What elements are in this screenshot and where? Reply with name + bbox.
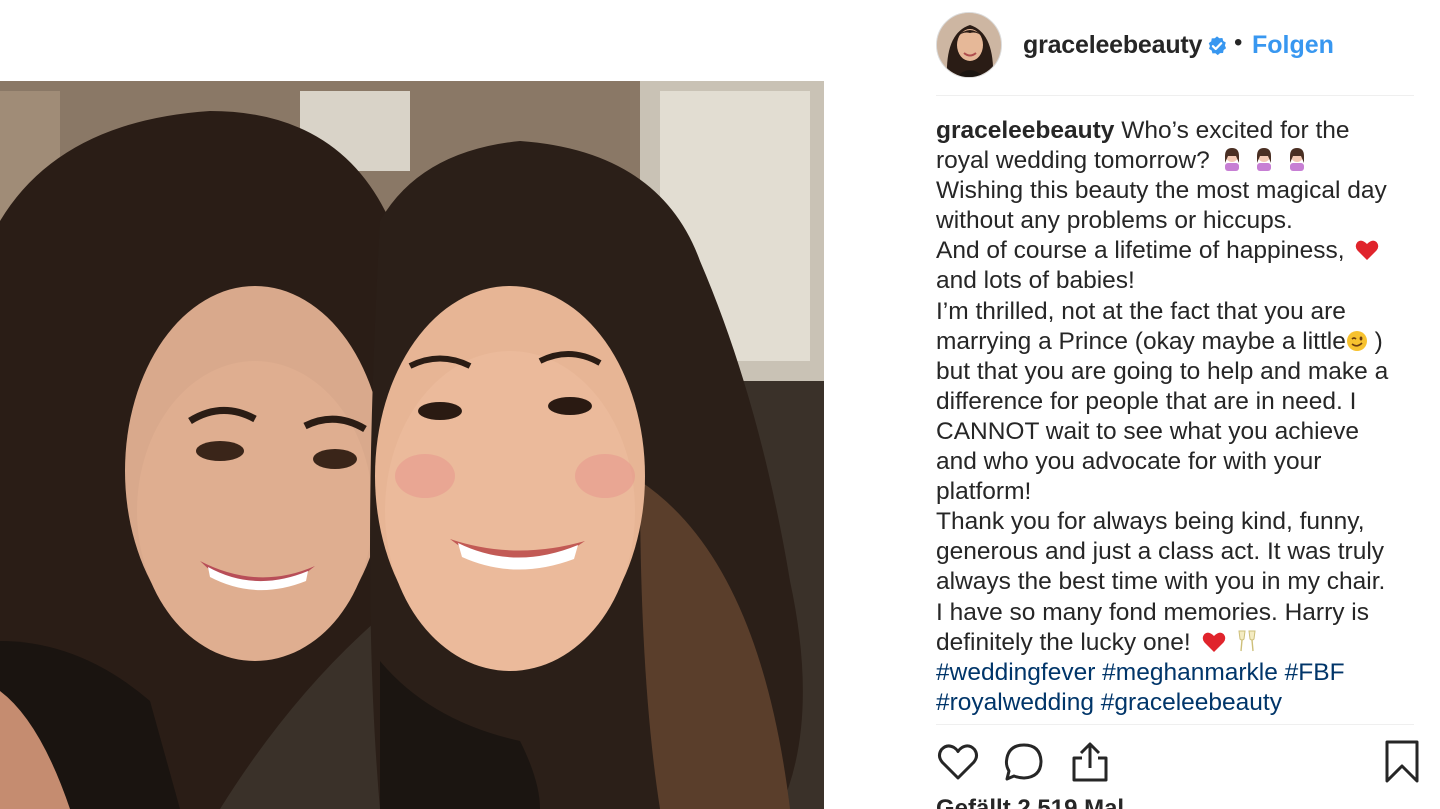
caption-text: CANNOT wait to see what you achieve — [936, 417, 1360, 445]
caption-text: always the best time with you in my chai… — [936, 568, 1386, 596]
post-side-panel: graceleebeauty • Folgen graceleebeauty W… — [936, 0, 1419, 809]
caption-line: always the best time with you in my chai… — [936, 567, 1414, 597]
avatar-image — [937, 13, 1001, 77]
share-icon — [1072, 742, 1108, 782]
caption-line: and who you advocate for with your — [936, 447, 1414, 477]
caption-hashtags-line: #weddingfever #meghanmarkle #FBF — [936, 658, 1414, 688]
header-divider — [936, 95, 1414, 96]
caption-text: marrying a Prince (okay maybe a little — [936, 327, 1346, 355]
winking-face-emoji-icon — [1346, 330, 1367, 351]
selfie-photo-illustration — [0, 81, 824, 809]
caption-text: and who you advocate for with your — [936, 448, 1322, 476]
post-caption: graceleebeauty Who’s excited for the roy… — [936, 116, 1414, 720]
comment-button[interactable] — [1002, 740, 1046, 784]
like-button[interactable] — [936, 740, 980, 784]
raising-hand-emoji-icon — [1224, 148, 1239, 172]
raising-hand-emoji-icon — [1290, 148, 1305, 172]
caption-line: platform! — [936, 477, 1414, 507]
header-separator: • — [1234, 29, 1243, 56]
follow-button[interactable]: Folgen — [1252, 31, 1334, 60]
caption-line: and lots of babies! — [936, 266, 1414, 296]
caption-line: generous and just a class act. It was tr… — [936, 537, 1414, 567]
hashtag-links[interactable]: #weddingfever #meghanmarkle #FBF — [936, 659, 1345, 686]
hashtag-links[interactable]: #royalwedding #graceleebeauty — [936, 689, 1282, 716]
bookmark-icon — [1385, 740, 1419, 783]
caption-line: Thank you for always being kind, funny, — [936, 507, 1414, 537]
caption-line: I’m thrilled, not at the fact that you a… — [936, 297, 1414, 327]
raising-hand-emoji-icon — [1257, 148, 1272, 172]
caption-line: And of course a lifetime of happiness, — [936, 236, 1414, 266]
caption-text: And of course a lifetime of happiness, — [936, 237, 1345, 265]
caption-text: without any problems or hiccups. — [936, 207, 1293, 235]
verified-badge-icon — [1208, 36, 1227, 56]
avatar[interactable] — [936, 12, 1002, 78]
red-heart-emoji-icon — [1356, 241, 1379, 261]
caption-text: platform! — [936, 478, 1032, 506]
share-button[interactable] — [1068, 740, 1112, 784]
caption-text: and lots of babies! — [936, 267, 1135, 295]
caption-line: definitely the lucky one! — [936, 628, 1414, 658]
caption-text: but that you are going to help and make … — [936, 357, 1389, 385]
caption-hashtags-line: #royalwedding #graceleebeauty — [936, 688, 1414, 718]
caption-text: ) — [1374, 327, 1383, 355]
caption-text: difference for people that are in need. … — [936, 387, 1357, 415]
caption-line: without any problems or hiccups. — [936, 206, 1414, 236]
save-button[interactable] — [1380, 740, 1424, 784]
caption-line: graceleebeauty Who’s excited for the — [936, 116, 1414, 146]
caption-line: Wishing this beauty the most magical day — [936, 176, 1414, 206]
username-link[interactable]: graceleebeauty — [1023, 31, 1202, 60]
caption-text: Wishing this beauty the most magical day — [936, 177, 1387, 205]
caption-text: definitely the lucky one! — [936, 628, 1191, 656]
post-actions-bar — [936, 740, 1419, 786]
caption-text: I’m thrilled, not at the fact that you a… — [936, 297, 1346, 325]
caption-line: royal wedding tomorrow? — [936, 146, 1414, 176]
caption-text: generous and just a class act. It was tr… — [936, 538, 1385, 566]
caption-line: CANNOT wait to see what you achieve — [936, 417, 1414, 447]
caption-line: I have so many fond memories. Harry is — [936, 598, 1414, 628]
caption-text: Who’s excited for the — [1121, 117, 1350, 144]
actions-divider — [936, 724, 1414, 725]
caption-text: royal wedding tomorrow? — [936, 147, 1210, 175]
clinking-glasses-emoji-icon — [1238, 630, 1256, 651]
caption-text: Thank you for always being kind, funny, — [936, 508, 1365, 536]
caption-line: difference for people that are in need. … — [936, 387, 1414, 417]
caption-line: marrying a Prince (okay maybe a little ) — [936, 327, 1414, 357]
caption-line: but that you are going to help and make … — [936, 357, 1414, 387]
post-header: graceleebeauty • Folgen — [936, 12, 1416, 80]
caption-author-link[interactable]: graceleebeauty — [936, 117, 1114, 144]
likes-count[interactable]: Gefällt 2.519 Mal — [936, 795, 1124, 809]
heart-icon — [938, 744, 978, 780]
caption-text: I have so many fond memories. Harry is — [936, 598, 1369, 626]
red-heart-emoji-icon — [1202, 632, 1225, 652]
comment-bubble-icon — [1004, 743, 1043, 781]
post-photo[interactable] — [0, 81, 824, 809]
